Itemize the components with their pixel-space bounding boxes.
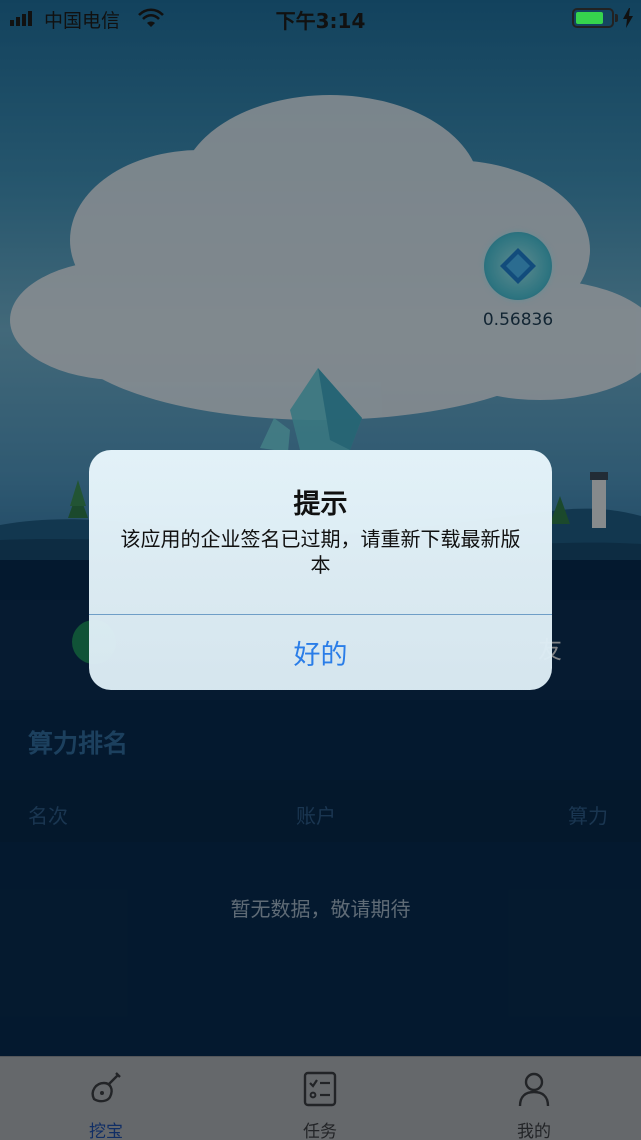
alert-title: 提示 bbox=[293, 489, 348, 520]
status-bar: 中国电信 下午3:14 bbox=[0, 0, 641, 38]
battery-tip bbox=[615, 14, 618, 22]
alert-dialog: 提示 该应用的企业签名已过期，请重新下载最新版本 好的 bbox=[89, 450, 552, 690]
status-time: 下午3:14 bbox=[275, 9, 366, 33]
battery-icon bbox=[572, 8, 614, 28]
alert-message: 该应用的企业签名已过期，请重新下载最新版本 bbox=[120, 527, 521, 577]
alert-ok-button[interactable]: 好的 bbox=[89, 615, 552, 690]
battery-level bbox=[576, 12, 603, 24]
charging-bolt-icon bbox=[623, 8, 633, 28]
